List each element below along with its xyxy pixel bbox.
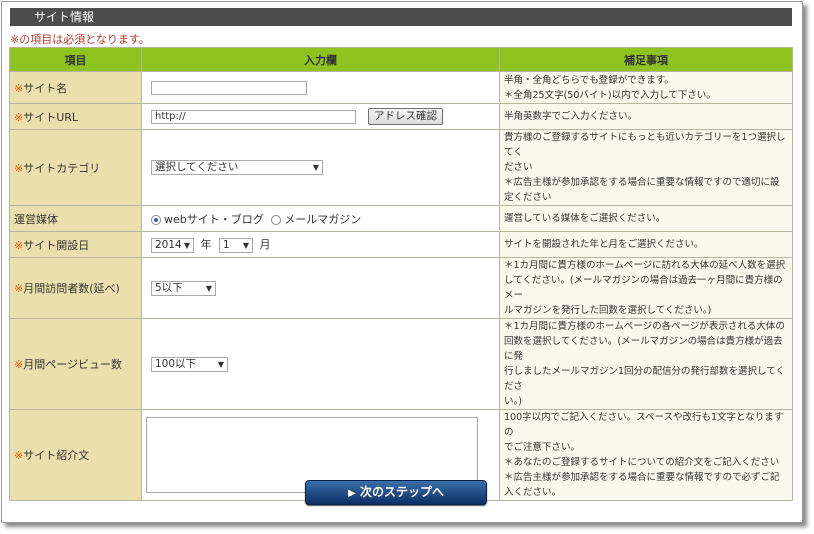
year-select[interactable]: 2014 ▼: [151, 237, 194, 253]
open-date-note: サイトを開設された年と月をご選択ください。: [499, 231, 793, 258]
site-url-label: サイトURL: [23, 110, 79, 124]
play-icon: ▶: [348, 488, 356, 499]
row-monthly-pageviews: ※月間ページビュー数 100以下 ▼ ＊1カ月間に貴方様のホームページの各ページが…: [9, 318, 793, 410]
site-category-label: サイトカテゴリ: [23, 161, 101, 175]
site-category-note: 貴方様のご登録するサイトにもっとも近いカテゴリーを1つ選択してく ださい ＊広告主様…: [499, 129, 793, 206]
site-url-input[interactable]: http://: [151, 109, 356, 124]
header-input: 入力欄: [141, 47, 500, 72]
media-label: 運営媒体: [14, 212, 58, 226]
header-item: 項目: [9, 47, 142, 72]
site-name-note: 半角・全角どちらでも登録ができます。 ＊全角25文字(50バイト)以内で入力して下…: [499, 71, 793, 104]
site-name-label: サイト名: [23, 81, 68, 95]
required-note: ※の項目は必須となります。: [10, 33, 150, 46]
chevron-down-icon: ▼: [205, 283, 212, 293]
row-media: 運営媒体 webサイト・ブログ メールマガジン 運営している媒体をご選択ください…: [9, 205, 793, 232]
media-note: 運営している媒体をご選択ください。: [499, 205, 793, 232]
section-title: サイト情報: [10, 8, 792, 26]
month-select[interactable]: 1 ▼: [219, 237, 253, 253]
required-mark: ※: [14, 110, 24, 124]
radio-web-site[interactable]: [151, 214, 161, 225]
monthly-visitors-note: ＊1カ月間に貴方様のホームページに訪れる大体の延べ人数を選択 してください。(メー…: [499, 257, 793, 319]
required-mark: ※: [14, 238, 24, 252]
site-info-form: 項目 入力欄 補足事項 ※サイト名 半角・全角どちらでも登録ができます。 ＊全角2…: [9, 47, 793, 501]
monthly-visitors-select[interactable]: 5以下 ▼: [151, 280, 216, 296]
next-step-label: 次のステップへ: [359, 485, 444, 499]
site-category-select[interactable]: 選択してください ▼: [151, 160, 323, 175]
radio-mail-label: メールマガジン: [284, 212, 362, 226]
radio-mail-magazine[interactable]: [271, 214, 282, 225]
required-mark: ※: [14, 358, 24, 371]
monthly-pageviews-note: ＊1カ月間に貴方様のホームページの各ページが表示される大体の 回数を選択してくださ…: [499, 318, 793, 410]
chevron-down-icon: ▼: [217, 359, 224, 369]
monthly-pageviews-label: 月間ページビュー数: [23, 358, 122, 371]
chevron-down-icon: ▼: [242, 240, 249, 250]
open-date-label: サイト開設日: [23, 238, 90, 252]
site-url-note: 半角英数字でご入力ください。: [499, 103, 793, 130]
month-unit: 月: [259, 238, 271, 252]
year-unit: 年: [200, 238, 212, 252]
required-mark: ※: [14, 161, 24, 175]
row-open-date: ※サイト開設日 2014 ▼ 年 1 ▼ 月 サイトを開設された年と月をご選択くださ…: [9, 231, 793, 258]
site-name-input[interactable]: [151, 80, 307, 95]
required-mark: ※: [14, 449, 24, 462]
address-check-button[interactable]: アドレス確認: [368, 108, 443, 125]
chevron-down-icon: ▼: [183, 240, 190, 250]
row-site-url: ※サイトURL http:// アドレス確認 半角英数字でご入力ください。: [9, 103, 793, 130]
next-step-button[interactable]: ▶ 次のステップへ: [305, 480, 487, 505]
chevron-down-icon: ▼: [312, 163, 319, 172]
row-site-name: ※サイト名 半角・全角どちらでも登録ができます。 ＊全角25文字(50バイト)以内…: [9, 71, 793, 104]
table-header-row: 項目 入力欄 補足事項: [9, 47, 793, 72]
monthly-visitors-label: 月間訪問者数(延べ): [23, 282, 120, 295]
required-mark: ※: [14, 282, 24, 295]
site-intro-note: 100字以内でご記入ください。スペースや改行も1文字となりますの でご注意下さい。…: [499, 409, 793, 501]
monthly-pageviews-select[interactable]: 100以下 ▼: [151, 356, 228, 372]
row-monthly-visitors: ※月間訪問者数(延べ) 5以下 ▼ ＊1カ月間に貴方様のホームページに訪れる大体の…: [9, 257, 793, 319]
header-note: 補足事項: [499, 47, 793, 72]
row-site-category: ※サイトカテゴリ 選択してください ▼ 貴方様のご登録するサイトにもっとも近いカテ…: [9, 129, 793, 206]
required-mark: ※: [14, 81, 24, 95]
site-intro-label: サイト紹介文: [23, 449, 90, 462]
radio-web-label: webサイト・ブログ: [164, 212, 264, 226]
